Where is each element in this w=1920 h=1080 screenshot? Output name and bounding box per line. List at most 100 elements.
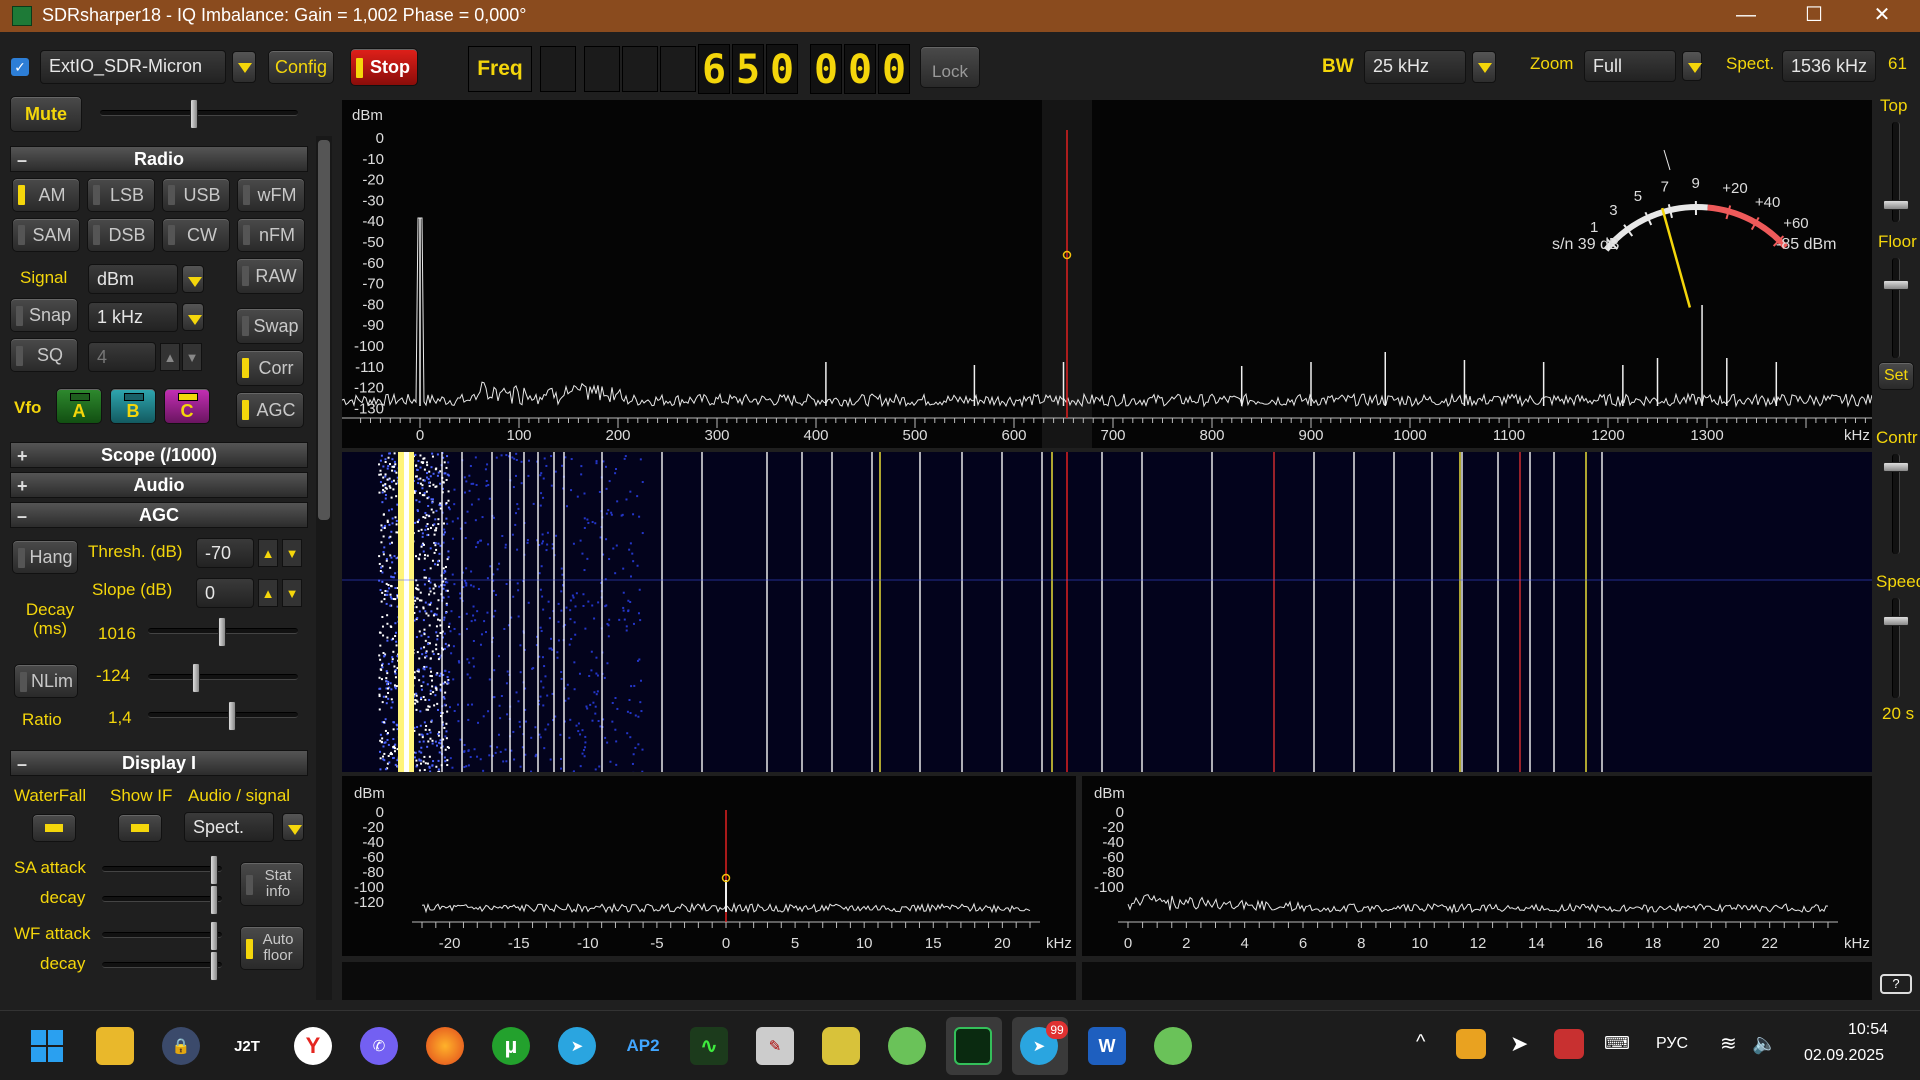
raw-button[interactable]: RAW [236, 258, 304, 294]
if-spectrum-panel[interactable]: dBm 0 -20 -40 -60 -80 -100 -120 -20 -15 -10 -5 0 5 10 1… [342, 776, 1076, 956]
floor-thumb[interactable] [1883, 280, 1909, 290]
start-icon[interactable] [28, 1027, 66, 1065]
frequency-digit[interactable]: 6 [698, 44, 730, 94]
thresh-up-icon[interactable]: ▲ [258, 539, 278, 567]
mode-button-am[interactable]: AM [12, 178, 80, 212]
config-button[interactable]: Config [268, 50, 334, 84]
wf-decay-slider[interactable] [102, 951, 222, 981]
stop-button[interactable]: Stop [350, 48, 418, 86]
device-select[interactable]: ExtIO_SDR-Micron [40, 50, 226, 84]
freq-digit-blank[interactable] [540, 46, 576, 92]
waterfall-toggle[interactable] [32, 814, 76, 842]
zoom-select[interactable]: Full [1584, 50, 1676, 82]
cloud-app-icon[interactable] [888, 1027, 926, 1065]
freq-digit-blank[interactable] [660, 46, 696, 92]
frequency-display[interactable]: 650000 [698, 44, 910, 94]
squelch-level[interactable]: 4 [88, 342, 156, 372]
ratio-slider[interactable] [148, 701, 298, 731]
floor-slider[interactable] [1883, 258, 1909, 358]
corr-button[interactable]: Corr [236, 350, 304, 386]
wifi-icon[interactable]: ≋ [1720, 1031, 1737, 1056]
scroll-thumb[interactable] [318, 140, 330, 520]
freq-digit-blank[interactable] [584, 46, 620, 92]
section-agc[interactable]: – AGC [10, 502, 308, 528]
auto-floor-button[interactable]: Auto floor [240, 926, 304, 970]
word-icon[interactable]: W [1088, 1027, 1126, 1065]
frequency-digit[interactable]: 0 [766, 44, 798, 94]
slope-field[interactable]: 0 [196, 578, 254, 608]
clock-time[interactable]: 10:54 [1848, 1021, 1888, 1039]
ap2-icon[interactable]: AP2 [624, 1027, 662, 1065]
bw-select[interactable]: 25 kHz [1364, 50, 1466, 84]
sdrsharp-active-tab[interactable] [946, 1017, 1002, 1075]
section-audio[interactable]: + Audio [10, 472, 308, 498]
mode-button-lsb[interactable]: LSB [87, 178, 155, 212]
bw-dropdown[interactable] [1472, 51, 1496, 83]
tray-app-icon[interactable] [1456, 1029, 1486, 1059]
audio-wave-icon[interactable]: ∿ [690, 1027, 728, 1065]
slope-up-icon[interactable]: ▲ [258, 579, 278, 607]
certificate-icon[interactable]: ✎ [756, 1027, 794, 1065]
frequency-digit[interactable]: 0 [810, 44, 842, 94]
volume-icon[interactable]: 🔈 [1752, 1031, 1777, 1056]
mode-button-sam[interactable]: SAM [12, 218, 80, 252]
slope-down-icon[interactable]: ▼ [282, 579, 302, 607]
thresh-field[interactable]: -70 [196, 538, 254, 568]
language-indicator[interactable]: РУС [1656, 1035, 1688, 1053]
mode-button-nfm[interactable]: nFM [237, 218, 305, 252]
contrast-thumb[interactable] [1883, 462, 1909, 472]
sa-decay-thumb[interactable] [210, 885, 218, 915]
vfo-a-button[interactable]: A [56, 388, 102, 424]
cloud-sync-icon[interactable] [1154, 1027, 1192, 1065]
nlim-button[interactable]: NLim [14, 664, 78, 698]
device-checkbox[interactable]: ✓ [11, 58, 29, 76]
speed-slider[interactable] [1883, 598, 1909, 698]
wf-decay-thumb[interactable] [210, 951, 218, 981]
tray-chevron-up-icon[interactable]: ^ [1416, 1031, 1425, 1054]
vpn-lock-icon[interactable]: 🔒 [162, 1027, 200, 1065]
frequency-digit[interactable]: 0 [878, 44, 910, 94]
snap-step-select[interactable]: 1 kHz [88, 302, 178, 332]
signal-dropdown[interactable] [182, 265, 204, 293]
top-slider[interactable] [1883, 122, 1909, 222]
agc-button[interactable]: AGC [236, 392, 304, 428]
snap-button[interactable]: Snap [10, 298, 78, 332]
help-icon[interactable]: ? [1880, 974, 1912, 994]
mode-button-wfm[interactable]: wFM [237, 178, 305, 212]
top-thumb[interactable] [1883, 200, 1909, 210]
yandex-browser-icon[interactable]: Y [294, 1027, 332, 1065]
swap-button[interactable]: Swap [236, 308, 304, 344]
freq-digit-blank[interactable] [622, 46, 658, 92]
speed-thumb[interactable] [1883, 616, 1909, 626]
mode-button-cw[interactable]: CW [162, 218, 230, 252]
waterfall-panel[interactable] [342, 452, 1872, 772]
stat-info-button[interactable]: Stat info [240, 862, 304, 906]
file-explorer-icon[interactable] [96, 1027, 134, 1065]
decay-slider[interactable] [148, 617, 298, 647]
zoom-dropdown[interactable] [1682, 51, 1702, 81]
sa-attack-thumb[interactable] [210, 855, 218, 885]
device-dropdown[interactable] [232, 51, 256, 83]
minimize-button[interactable]: — [1716, 0, 1776, 32]
contrast-slider[interactable] [1883, 454, 1909, 554]
audio-spectrum-panel[interactable]: dBm 0 -20 -40 -60 -80 -100 0 2 4 6 8 10 12 14 16 18 20 22 k… [1082, 776, 1872, 956]
database-icon[interactable] [822, 1027, 860, 1065]
lock-button[interactable]: Lock [920, 46, 980, 88]
telegram-active-tab[interactable]: ➤ 99 [1012, 1017, 1068, 1075]
mode-button-dsb[interactable]: DSB [87, 218, 155, 252]
squelch-up-icon[interactable]: ▲ [160, 343, 180, 371]
audio-signal-dropdown[interactable] [282, 813, 304, 841]
nlim-thumb[interactable] [192, 663, 200, 693]
j2t-icon[interactable]: J2T [228, 1027, 266, 1065]
showif-toggle[interactable] [118, 814, 162, 842]
snap-dropdown[interactable] [182, 303, 204, 331]
utorrent-icon[interactable]: µ [492, 1027, 530, 1065]
section-scope[interactable]: + Scope (/1000) [10, 442, 308, 468]
wf-attack-slider[interactable] [102, 921, 222, 951]
section-display[interactable]: – Display I [10, 750, 308, 776]
mute-button[interactable]: Mute [10, 96, 82, 132]
firefox-icon[interactable] [426, 1027, 464, 1065]
tray-antivirus-icon[interactable] [1554, 1029, 1584, 1059]
telegram-icon[interactable]: ➤ [558, 1027, 596, 1065]
sa-attack-slider[interactable] [102, 855, 222, 885]
